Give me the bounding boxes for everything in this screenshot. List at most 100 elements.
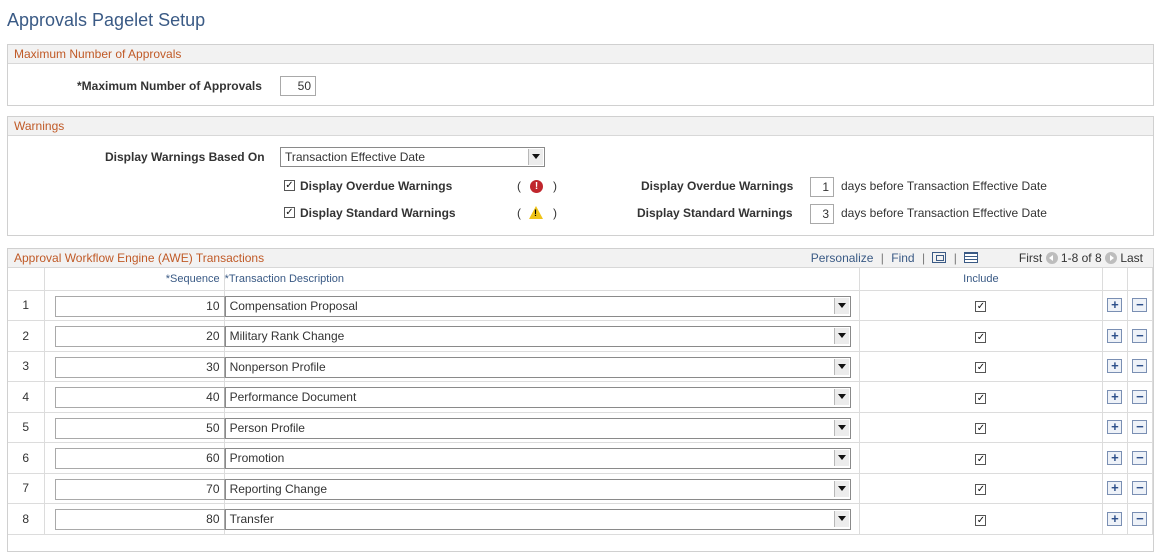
grid-toolbar: Personalize | Find | | First 1-8 of 8 La…	[811, 249, 1143, 268]
row-number: 1	[8, 290, 45, 321]
sequence-cell: 30	[44, 351, 225, 382]
remove-row-icon[interactable]: −	[1132, 298, 1148, 313]
add-row-icon[interactable]: +	[1107, 450, 1123, 465]
chevron-down-icon[interactable]	[833, 358, 849, 375]
include-checkbox[interactable]: ✓	[975, 453, 987, 465]
remove-row-icon[interactable]: −	[1132, 420, 1148, 435]
row-number: 5	[8, 412, 45, 443]
chevron-down-icon[interactable]	[833, 297, 849, 314]
chevron-down-icon[interactable]	[833, 389, 849, 405]
personalize-link[interactable]: Personalize	[811, 251, 874, 265]
transaction-description-select[interactable]: Military Rank Change	[224, 326, 851, 347]
remove-row-icon[interactable]: −	[1132, 328, 1148, 343]
warnings-based-on-select[interactable]: Transaction Effective Date	[280, 147, 545, 167]
transaction-description-select[interactable]: Compensation Proposal	[224, 295, 851, 317]
include-checkbox[interactable]: ✓	[975, 423, 987, 435]
add-row-cell: +	[1102, 412, 1128, 443]
add-row-cell: +	[1102, 320, 1128, 352]
row-range: 1-8 of 8	[1060, 251, 1102, 265]
max-approvals-input[interactable]: 50	[280, 76, 316, 96]
overdue-days-suffix: days before Transaction Effective Date	[841, 179, 1047, 193]
sequence-input[interactable]: 30	[54, 356, 225, 378]
transaction-description-value: Nonperson Profile	[229, 359, 326, 374]
add-row-icon[interactable]: +	[1107, 511, 1123, 526]
remove-row-icon[interactable]: −	[1132, 359, 1148, 374]
transaction-description-select[interactable]: Performance Document	[224, 387, 851, 408]
description-column-header[interactable]: *Transaction Description	[224, 268, 860, 291]
standard-days-label: Display Standard Warnings	[637, 206, 793, 220]
error-icon: !	[530, 180, 543, 193]
include-checkbox[interactable]: ✓	[975, 392, 987, 404]
include-checkbox[interactable]: ✓	[975, 301, 987, 313]
row-number: 3	[8, 351, 45, 382]
warnings-group: Warnings Display Warnings Based On Trans…	[7, 116, 1154, 236]
sequence-cell: 60	[44, 442, 225, 474]
transaction-description-select[interactable]: Nonperson Profile	[224, 356, 851, 378]
include-cell: ✓	[859, 473, 1103, 504]
table-row: 8 80 Transfer ✓ + −	[8, 503, 1154, 535]
remove-row-cell: −	[1127, 503, 1154, 535]
next-icon[interactable]	[1104, 252, 1117, 264]
paren-open: (	[517, 206, 521, 220]
download-spreadsheet-icon[interactable]	[964, 252, 979, 263]
add-row-cell: +	[1102, 381, 1128, 413]
chevron-down-icon[interactable]	[528, 149, 543, 165]
remove-row-icon[interactable]: −	[1132, 450, 1148, 465]
sequence-input[interactable]: 80	[54, 509, 225, 530]
standard-warnings-checkbox[interactable]: ✓	[284, 207, 295, 218]
table-row: 3 30 Nonperson Profile ✓ + −	[8, 351, 1154, 382]
add-row-icon[interactable]: +	[1107, 389, 1123, 404]
sequence-input[interactable]: 20	[54, 326, 225, 347]
description-cell: Promotion	[224, 442, 860, 474]
include-checkbox[interactable]: ✓	[975, 484, 987, 496]
remove-row-icon[interactable]: −	[1132, 511, 1148, 526]
remove-row-icon[interactable]: −	[1132, 481, 1148, 496]
transaction-description-value: Person Profile	[229, 420, 305, 435]
include-checkbox[interactable]: ✓	[975, 362, 987, 374]
standard-days-input[interactable]: 3	[810, 204, 834, 224]
transaction-description-select[interactable]: Person Profile	[224, 417, 851, 439]
row-number: 6	[8, 442, 45, 474]
sequence-input[interactable]: 60	[54, 448, 225, 469]
chevron-down-icon[interactable]	[833, 480, 849, 497]
transaction-description-select[interactable]: Reporting Change	[224, 478, 851, 500]
chevron-down-icon[interactable]	[833, 450, 849, 466]
transaction-description-select[interactable]: Transfer	[224, 509, 851, 530]
sequence-input[interactable]: 50	[54, 417, 225, 439]
sequence-column-label: *Sequence	[165, 272, 220, 285]
description-cell: Compensation Proposal	[224, 290, 860, 321]
transaction-description-select[interactable]: Promotion	[224, 448, 851, 469]
row-number: 2	[8, 320, 45, 352]
sequence-cell: 80	[44, 503, 225, 535]
add-row-icon[interactable]: +	[1107, 481, 1123, 496]
last-link[interactable]: Last	[1120, 251, 1143, 265]
chevron-down-icon[interactable]	[833, 328, 849, 344]
sequence-column-header[interactable]: *Sequence	[44, 268, 225, 291]
add-row-icon[interactable]: +	[1107, 359, 1123, 374]
previous-icon[interactable]	[1045, 252, 1058, 264]
first-link[interactable]: First	[1019, 251, 1042, 265]
remove-row-icon[interactable]: −	[1132, 389, 1148, 404]
transaction-description-value: Reporting Change	[229, 481, 327, 496]
add-row-icon[interactable]: +	[1107, 420, 1123, 435]
add-row-icon[interactable]: +	[1107, 298, 1123, 313]
awe-transactions-header: Approval Workflow Engine (AWE) Transacti…	[8, 249, 1153, 268]
standard-warnings-checkbox-label: Display Standard Warnings	[300, 206, 456, 220]
sequence-input[interactable]: 10	[54, 295, 225, 317]
add-column-header	[1102, 268, 1128, 291]
overdue-days-input[interactable]: 1	[810, 177, 834, 197]
sequence-input[interactable]: 70	[54, 478, 225, 500]
chevron-down-icon[interactable]	[833, 419, 849, 436]
description-column-label: *Transaction Description	[224, 272, 345, 285]
view-all-icon[interactable]	[932, 252, 947, 263]
find-link[interactable]: Find	[891, 251, 914, 265]
overdue-warnings-checkbox[interactable]: ✓	[284, 180, 295, 191]
add-row-icon[interactable]: +	[1107, 328, 1123, 343]
sequence-input[interactable]: 40	[54, 387, 225, 408]
include-checkbox[interactable]: ✓	[975, 514, 987, 526]
chevron-down-icon[interactable]	[833, 511, 849, 527]
include-checkbox[interactable]: ✓	[975, 331, 987, 343]
row-number: 8	[8, 503, 45, 535]
include-column-header[interactable]: Include	[859, 268, 1103, 291]
include-cell: ✓	[859, 290, 1103, 321]
